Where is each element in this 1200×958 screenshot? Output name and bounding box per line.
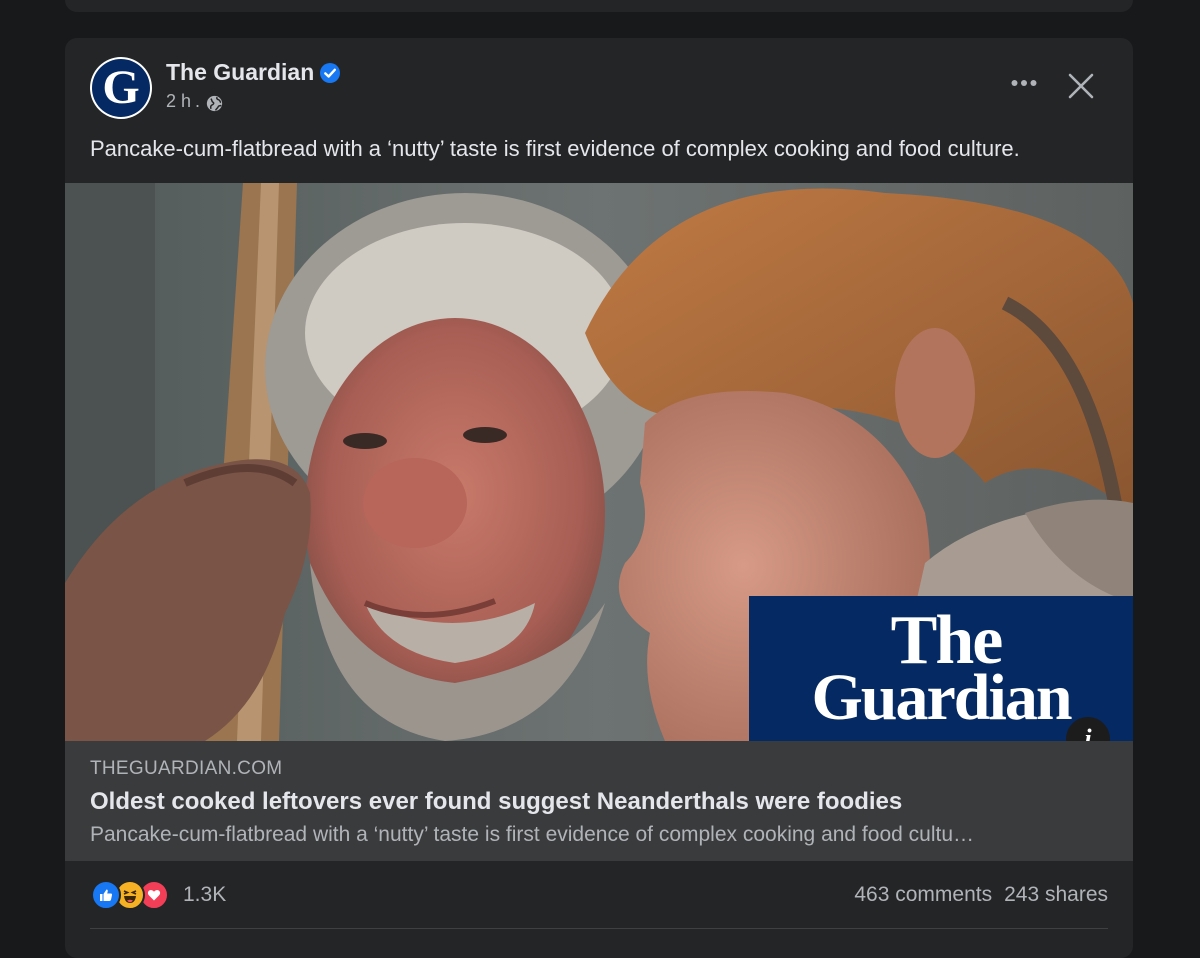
engagement-stats: 463 comments 243 shares: [854, 883, 1108, 907]
actions-divider: [90, 928, 1108, 929]
reaction-count[interactable]: 1.3K: [183, 883, 226, 907]
like-icon: [91, 880, 121, 910]
shares-count[interactable]: 243 shares: [1004, 883, 1108, 907]
link-description: Pancake-cum-flatbread with a ‘nutty’ tas…: [90, 823, 974, 846]
post-caption: Pancake-cum-flatbread with a ‘nutty’ tas…: [90, 136, 1020, 161]
previous-post-card: [65, 0, 1133, 12]
link-domain: THEGUARDIAN.COM: [90, 758, 283, 779]
globe-icon: [206, 95, 223, 112]
link-headline[interactable]: Oldest cooked leftovers ever found sugge…: [90, 788, 902, 816]
post-meta: 2 h .: [166, 91, 223, 112]
logo-line-guardian: Guardian: [811, 661, 1072, 735]
post-card: G The Guardian 2 h . Pancake-cum-flatbre…: [65, 38, 1133, 958]
page-avatar[interactable]: G: [90, 57, 152, 119]
guardian-logo-icon: G: [92, 59, 150, 117]
post-timestamp[interactable]: 2 h: [166, 91, 191, 112]
close-icon[interactable]: [1065, 70, 1097, 102]
page-name-link[interactable]: The Guardian: [166, 59, 314, 86]
link-preview[interactable]: THEGUARDIAN.COM Oldest cooked leftovers …: [65, 741, 1133, 861]
verified-badge-icon: [320, 63, 340, 83]
more-options-button[interactable]: [1009, 68, 1039, 98]
ellipsis-icon: [1011, 80, 1037, 86]
guardian-logo-overlay: The Guardian: [749, 596, 1133, 741]
article-photo[interactable]: The Guardian: [65, 183, 1133, 741]
meta-separator: .: [195, 91, 201, 111]
comments-count[interactable]: 463 comments: [854, 883, 992, 907]
reactions-summary[interactable]: 1.3K: [91, 880, 226, 910]
